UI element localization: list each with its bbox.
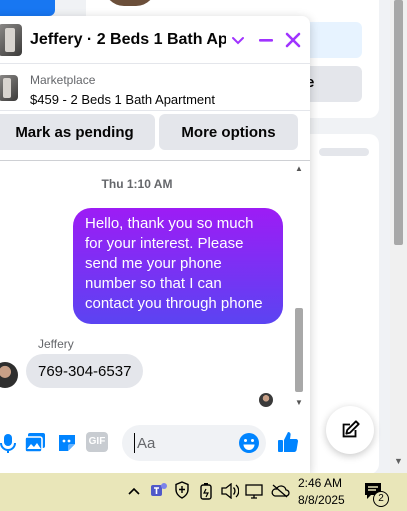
scroll-down-arrow[interactable]: ▼ [295,398,303,407]
background-placeholder-line [319,148,369,156]
new-message-button[interactable] [326,406,374,454]
listing-image [0,75,18,101]
seen-indicator-avatar [259,393,273,407]
message-timestamp: Thu 1:10 AM [101,177,173,191]
battery-icon[interactable] [199,482,213,500]
shield-icon[interactable] [174,481,190,499]
listing-price-title: $459 - 2 Beds 1 Bath Apartment [30,92,216,107]
message-input[interactable] [134,433,230,453]
onedrive-icon[interactable] [270,483,290,499]
sender-name: Jeffery [38,337,74,351]
photo-icon[interactable] [24,432,46,454]
sticker-icon[interactable] [56,432,78,454]
scroll-up-arrow[interactable]: ▲ [295,164,303,173]
listing-source: Marketplace [30,73,96,87]
chat-window: Jeffery · 2 Beds 1 Bath Apa... Marketpla… [0,16,310,473]
listing-thumbnail [0,24,22,56]
taskbar-clock[interactable]: 2:46 AM 8/8/2025 [298,475,345,509]
page-blue-banner [0,0,55,16]
clock-date: 8/8/2025 [298,493,345,507]
chevron-up-icon[interactable] [127,485,141,497]
teams-icon[interactable] [150,481,168,499]
chevron-down-icon[interactable] [230,30,246,50]
chat-scrollbar[interactable]: ▲ ▼ [292,162,306,412]
listing-info[interactable]: Marketplace $459 - 2 Beds 1 Bath Apartme… [0,65,310,111]
chat-scrollbar-thumb[interactable] [295,308,303,392]
message-input-container[interactable] [122,425,266,461]
chat-title[interactable]: Jeffery · 2 Beds 1 Bath Apa... [30,31,226,49]
windows-taskbar: 2:46 AM 8/8/2025 2 [0,473,407,511]
minimize-icon[interactable] [256,30,276,50]
outgoing-message: Hello, thank you so much for your intere… [73,208,283,324]
volume-icon[interactable] [221,483,239,499]
clock-time: 2:46 AM [298,476,343,490]
page-scroll-down-arrow[interactable]: ▼ [394,456,403,466]
chat-header[interactable]: Jeffery · 2 Beds 1 Bath Apa... [0,16,310,64]
emoji-icon[interactable] [238,432,260,454]
network-icon[interactable] [245,483,263,499]
page-scrollbar-thumb[interactable] [394,0,403,245]
close-icon[interactable] [283,30,303,50]
divider [0,160,310,161]
sender-avatar[interactable] [0,362,18,388]
compose-icon [342,420,360,438]
page-scrollbar[interactable]: ▼ [390,0,407,473]
message-composer: GIF [0,418,310,473]
gif-button[interactable]: GIF [86,432,108,452]
thumbs-up-icon[interactable] [276,430,300,454]
microphone-icon[interactable] [0,432,16,454]
mark-as-pending-button[interactable]: Mark as pending [0,114,155,150]
incoming-message: 769-304-6537 [26,354,143,388]
more-options-button[interactable]: More options [159,114,298,150]
notification-count-badge: 2 [373,491,389,507]
